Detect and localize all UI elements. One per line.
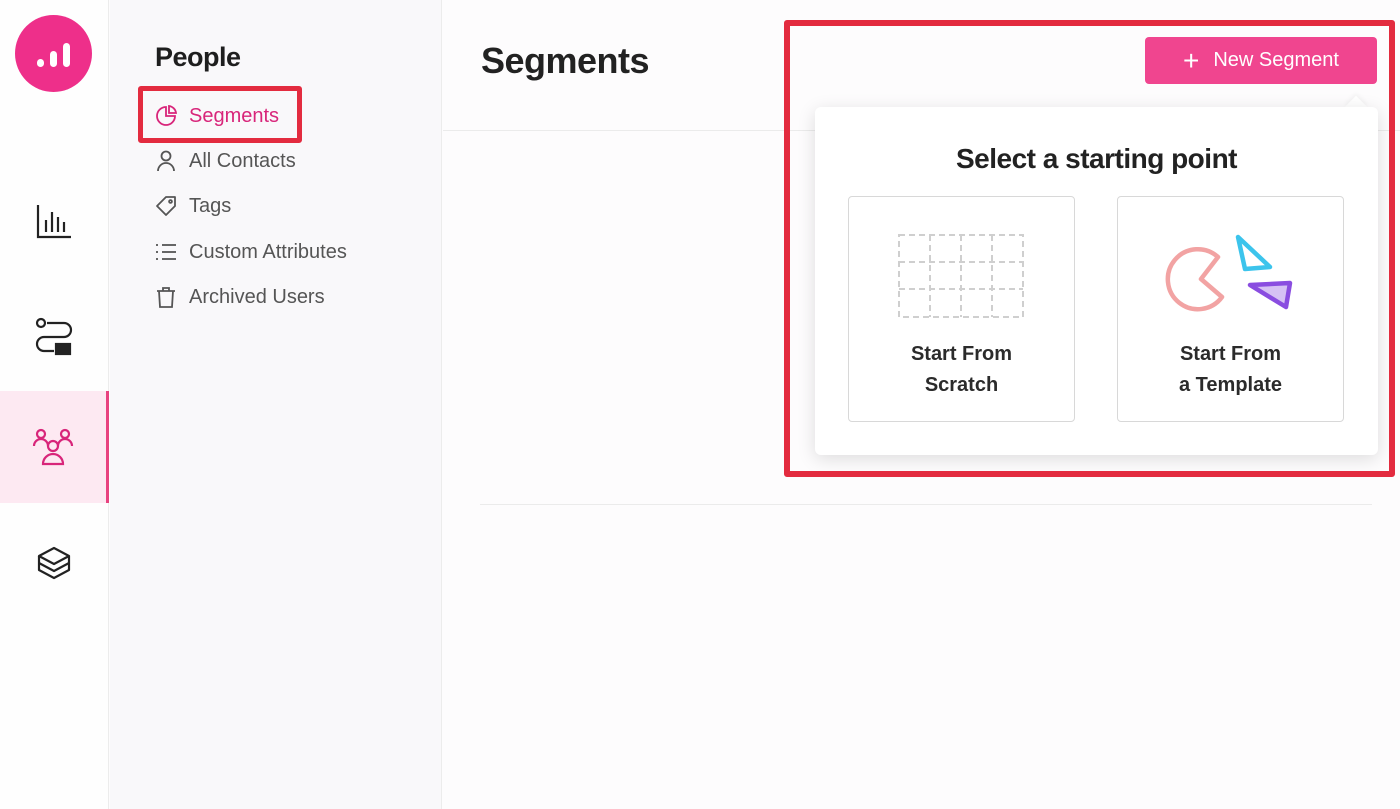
- user-icon: [155, 150, 177, 172]
- rail-products[interactable]: [0, 507, 108, 619]
- sidebar-item-label: Tags: [189, 194, 232, 217]
- content-divider: [480, 504, 1372, 505]
- icon-rail: [0, 0, 109, 809]
- rail-workflows[interactable]: [0, 281, 108, 393]
- tag-icon: [155, 195, 177, 217]
- sidebar-title: People: [155, 42, 241, 72]
- segments-highlight-box: [138, 86, 302, 143]
- sidebar-item-all-contacts[interactable]: All Contacts: [155, 146, 296, 176]
- people-icon: [32, 428, 74, 466]
- rail-people[interactable]: [0, 391, 109, 503]
- popover-highlight-frame: [784, 20, 1395, 477]
- sidebar-item-archived-users[interactable]: Archived Users: [155, 282, 325, 312]
- rail-analytics[interactable]: [0, 165, 108, 277]
- sidebar-item-custom-attributes[interactable]: Custom Attributes: [155, 237, 347, 267]
- list-icon: [155, 241, 177, 263]
- logo[interactable]: [15, 15, 92, 92]
- sidebar-item-tags[interactable]: Tags: [155, 191, 231, 221]
- box-icon: [37, 546, 71, 580]
- sidebar-item-label: Archived Users: [189, 285, 325, 308]
- page-title: Segments: [481, 40, 650, 81]
- sidebar-item-label: Custom Attributes: [189, 240, 347, 263]
- workflow-icon: [35, 317, 73, 356]
- sidebar-item-label: All Contacts: [189, 149, 296, 172]
- trash-icon: [155, 286, 177, 308]
- app-root: People Segments All Contacts Tags Custom…: [0, 0, 1400, 809]
- bar-chart-icon: [36, 205, 71, 239]
